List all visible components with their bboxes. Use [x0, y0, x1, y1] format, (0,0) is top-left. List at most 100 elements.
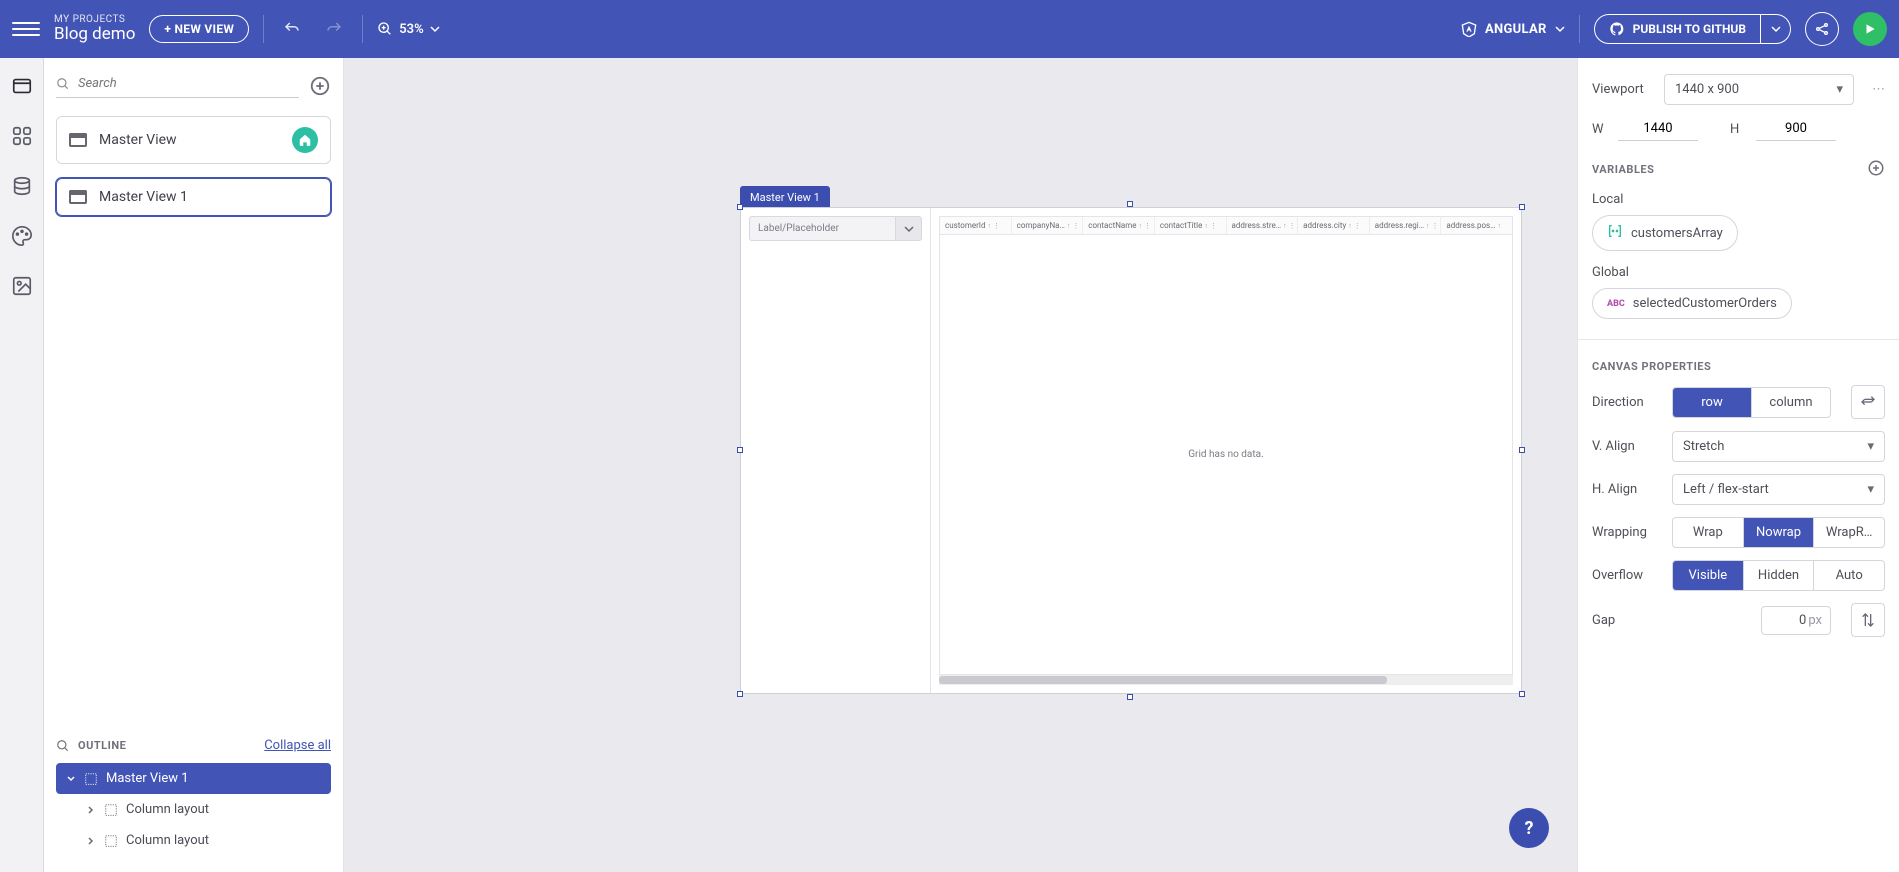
valign-select[interactable]: Stretch▾ — [1672, 431, 1885, 462]
framework-selector[interactable]: ANGULAR — [1461, 21, 1565, 37]
redo-button[interactable] — [320, 15, 348, 43]
wrapr-option[interactable]: WrapR… — [1814, 518, 1884, 547]
tree-label: Column layout — [126, 802, 209, 817]
assets-tool-icon[interactable] — [8, 272, 36, 300]
more-icon[interactable]: ⋯ — [1872, 82, 1885, 97]
global-heading: Global — [1592, 265, 1885, 280]
tree-label: Column layout — [126, 833, 209, 848]
resize-handle[interactable] — [1519, 204, 1525, 210]
resize-handle[interactable] — [1127, 201, 1133, 207]
publish-label: PUBLISH TO GITHUB — [1633, 22, 1746, 36]
add-variable-button[interactable] — [1867, 159, 1885, 180]
search-input[interactable] — [56, 74, 299, 98]
view-icon — [69, 133, 87, 147]
gap-options-button[interactable] — [1851, 603, 1885, 637]
nowrap-option[interactable]: Nowrap — [1744, 518, 1815, 547]
theme-tool-icon[interactable] — [8, 222, 36, 250]
layout-icon — [104, 834, 118, 848]
local-variable-chip[interactable]: customersArray — [1592, 215, 1738, 251]
tool-strip — [0, 58, 44, 872]
view-icon — [69, 190, 87, 204]
string-icon: ABC — [1607, 299, 1625, 309]
variable-name: selectedCustomerOrders — [1633, 296, 1777, 311]
search-field[interactable] — [78, 76, 299, 91]
outline-title: OUTLINE — [78, 739, 126, 752]
views-tool-icon[interactable] — [8, 72, 36, 100]
grid-scrollbar[interactable] — [939, 675, 1513, 685]
layout-icon — [84, 772, 98, 786]
height-input[interactable] — [1756, 117, 1836, 141]
overflow-auto[interactable]: Auto — [1814, 561, 1884, 590]
divider — [263, 15, 264, 43]
width-input[interactable] — [1618, 117, 1698, 141]
help-button[interactable]: ? — [1509, 808, 1549, 848]
grid-header[interactable]: customerId↑⋮ companyNa…↑⋮ contactName↑⋮ … — [939, 216, 1513, 235]
wrap-option[interactable]: Wrap — [1673, 518, 1744, 547]
frame-title[interactable]: Master View 1 — [740, 186, 830, 209]
valign-label: V. Align — [1592, 439, 1660, 454]
projects-label: MY PROJECTS — [54, 14, 135, 25]
resize-handle[interactable] — [1519, 691, 1525, 697]
design-frame[interactable]: Label/Placeholder customerId↑⋮ companyNa… — [740, 207, 1522, 694]
resize-handle[interactable] — [1127, 694, 1133, 700]
halign-select[interactable]: Left / flex-start▾ — [1672, 474, 1885, 505]
share-button[interactable] — [1805, 12, 1839, 46]
left-panel: Master View Master View 1 OUTLINE Collap… — [44, 58, 344, 872]
tree-child[interactable]: Column layout — [56, 794, 331, 825]
new-view-button[interactable]: + NEW VIEW — [149, 15, 249, 43]
tree-child[interactable]: Column layout — [56, 825, 331, 856]
undo-button[interactable] — [278, 15, 306, 43]
halign-label: H. Align — [1592, 482, 1660, 497]
wrapping-label: Wrapping — [1592, 525, 1660, 540]
variable-name: customersArray — [1631, 226, 1723, 241]
variables-heading: VARIABLES — [1592, 163, 1654, 176]
resize-handle[interactable] — [737, 204, 743, 210]
canvas-props-heading: CANVAS PROPERTIES — [1592, 360, 1711, 373]
collapse-all-link[interactable]: Collapse all — [264, 738, 331, 753]
overflow-visible[interactable]: Visible — [1673, 561, 1744, 590]
project-header: MY PROJECTS Blog demo — [54, 14, 135, 44]
properties-panel: Viewport 1440 x 900 ▾ ⋯ W H VARIABLES Lo… — [1577, 58, 1899, 872]
viewport-value: 1440 x 900 — [1675, 82, 1739, 97]
tree-label: Master View 1 — [106, 771, 189, 786]
resize-handle[interactable] — [1519, 447, 1525, 453]
global-variable-chip[interactable]: ABC selectedCustomerOrders — [1592, 288, 1792, 319]
height-label: H — [1730, 122, 1744, 137]
publish-dropdown[interactable] — [1761, 14, 1791, 44]
zoom-value: 53% — [399, 22, 423, 37]
direction-row[interactable]: row — [1673, 388, 1752, 417]
tree-root[interactable]: Master View 1 — [56, 763, 331, 794]
zoom-control[interactable]: 53% — [377, 21, 439, 37]
menu-button[interactable] — [12, 15, 40, 43]
overflow-hidden[interactable]: Hidden — [1744, 561, 1815, 590]
viewport-label: Viewport — [1592, 82, 1652, 97]
gap-input[interactable]: 0px — [1761, 606, 1831, 635]
components-tool-icon[interactable] — [8, 122, 36, 150]
viewport-select[interactable]: 1440 x 900 ▾ — [1664, 74, 1854, 105]
divider — [1579, 15, 1580, 43]
preview-button[interactable] — [1853, 12, 1887, 46]
framework-label: ANGULAR — [1485, 22, 1547, 37]
view-item-master[interactable]: Master View — [56, 116, 331, 164]
data-tool-icon[interactable] — [8, 172, 36, 200]
combo-dropdown[interactable] — [896, 216, 922, 241]
home-badge-icon — [292, 127, 318, 153]
chevron-down-icon: ▾ — [1836, 82, 1843, 97]
array-icon — [1607, 223, 1623, 243]
publish-button[interactable]: PUBLISH TO GITHUB — [1594, 14, 1761, 44]
swap-direction-button[interactable] — [1851, 385, 1885, 419]
canvas[interactable]: Master View 1 Label/Placeholder customer… — [344, 58, 1577, 872]
add-view-button[interactable] — [309, 75, 331, 97]
divider — [362, 15, 363, 43]
grid-empty-message: Grid has no data. — [939, 235, 1513, 675]
gap-label: Gap — [1592, 613, 1660, 628]
direction-column[interactable]: column — [1752, 388, 1830, 417]
combo-input[interactable]: Label/Placeholder — [749, 216, 896, 241]
resize-handle[interactable] — [737, 691, 743, 697]
layout-icon — [104, 803, 118, 817]
direction-label: Direction — [1592, 395, 1660, 410]
overflow-label: Overflow — [1592, 568, 1660, 583]
resize-handle[interactable] — [737, 447, 743, 453]
view-item-master-1[interactable]: Master View 1 — [56, 178, 331, 216]
width-label: W — [1592, 122, 1606, 137]
